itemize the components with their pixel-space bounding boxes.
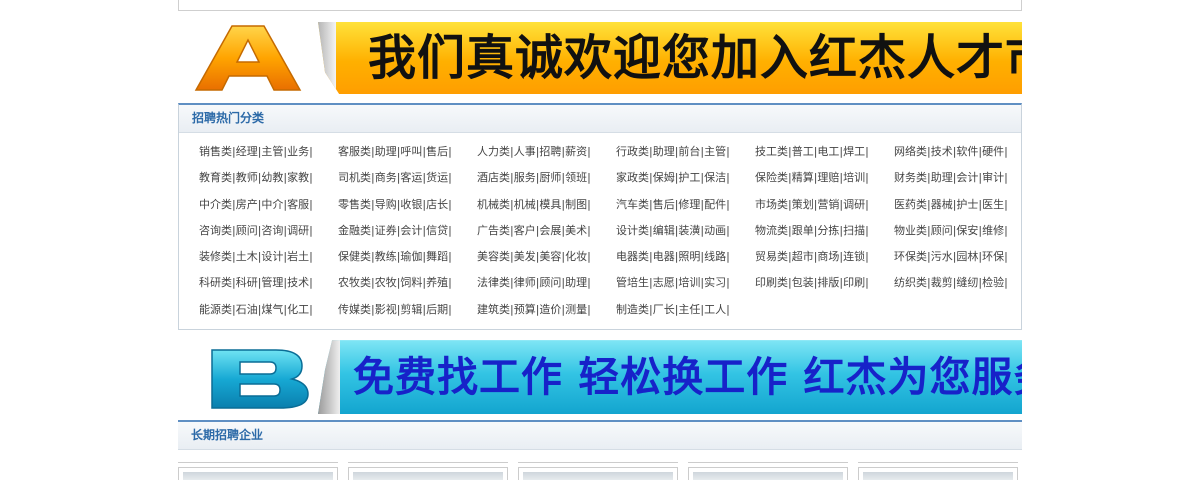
- letter-b-icon: [211, 349, 309, 409]
- banner-a-logo: [178, 20, 318, 96]
- hot-categories-title: 招聘热门分类: [179, 105, 1021, 133]
- page-container: 我们真诚欢迎您加入红杰人才市场! 招聘热门分类 销售类|经理|主管|业务|客服类…: [178, 0, 1022, 480]
- category-link[interactable]: 传媒类|影视|剪辑|后期|: [338, 297, 477, 323]
- category-link[interactable]: 财务类|助理|会计|审计|: [894, 165, 1033, 191]
- category-link[interactable]: 印刷类|包装|排版|印刷|: [755, 270, 894, 296]
- category-link[interactable]: 纺织类|裁剪|缝纫|检验|: [894, 270, 1033, 296]
- hot-categories-panel: 招聘热门分类 销售类|经理|主管|业务| 客服类|助理|呼叫|售后| 人力类|人事|…: [178, 103, 1022, 331]
- welcome-slogan: 我们真诚欢迎您加入红杰人才市场!: [368, 30, 1022, 86]
- category-link[interactable]: 中介类|房产|中介|客服|: [199, 192, 338, 218]
- long-term-companies-panel: 长期招聘企业: [178, 420, 1022, 480]
- category-link[interactable]: 咨询类|顾问|咨询|调研|: [199, 218, 338, 244]
- company-list: [178, 450, 1022, 480]
- category-link[interactable]: 装修类|土木|设计|岩土|: [199, 244, 338, 270]
- company-logo-thumbnail[interactable]: [348, 467, 508, 480]
- category-link[interactable]: 汽车类|售后|修理|配件|: [616, 192, 755, 218]
- company-card[interactable]: [178, 450, 338, 464]
- category-link[interactable]: 机械类|机械|模具|制图|: [477, 192, 616, 218]
- category-link[interactable]: 零售类|导购|收银|店长|: [338, 192, 477, 218]
- banner-b-logo: [178, 340, 318, 415]
- welcome-banner[interactable]: 我们真诚欢迎您加入红杰人才市场!: [178, 20, 1022, 96]
- category-link[interactable]: 科研类|科研|管理|技术|: [199, 270, 338, 296]
- category-link[interactable]: 行政类|助理|前台|主管|: [616, 139, 755, 165]
- category-link[interactable]: 制造类|厂长|主任|工人|: [616, 297, 755, 323]
- company-card[interactable]: [348, 450, 508, 464]
- category-link[interactable]: 司机类|商务|客运|货运|: [338, 165, 477, 191]
- company-logo-thumbnail[interactable]: [858, 467, 1018, 480]
- category-link[interactable]: 美容类|美发|美容|化妆|: [477, 244, 616, 270]
- category-link[interactable]: 保健类|教练|瑜伽|舞蹈|: [338, 244, 477, 270]
- category-link[interactable]: 建筑类|预算|造价|测量|: [477, 297, 616, 323]
- category-grid: 销售类|经理|主管|业务| 客服类|助理|呼叫|售后| 人力类|人事|招聘|薪资| 行…: [179, 133, 1021, 329]
- company-card[interactable]: [688, 450, 848, 464]
- top-panel-bottom-edge: [178, 0, 1022, 11]
- company-logo-thumbnail[interactable]: [688, 467, 848, 480]
- category-link[interactable]: 酒店类|服务|厨师|领班|: [477, 165, 616, 191]
- category-link[interactable]: 销售类|经理|主管|业务|: [199, 139, 338, 165]
- category-link[interactable]: 市场类|策划|营销|调研|: [755, 192, 894, 218]
- category-link[interactable]: 物流类|跟单|分拣|扫描|: [755, 218, 894, 244]
- category-link[interactable]: 网络类|技术|软件|硬件|: [894, 139, 1033, 165]
- category-link[interactable]: 技工类|普工|电工|焊工|: [755, 139, 894, 165]
- category-link[interactable]: 贸易类|超市|商场|连锁|: [755, 244, 894, 270]
- category-link[interactable]: 客服类|助理|呼叫|售后|: [338, 139, 477, 165]
- category-link[interactable]: 农牧类|农牧|饲料|养殖|: [338, 270, 477, 296]
- category-link[interactable]: 金融类|证券|会计|信贷|: [338, 218, 477, 244]
- service-slogan: 免费找工作 轻松换工作 红杰为您服务: [353, 353, 1022, 402]
- category-link[interactable]: 物业类|顾问|保安|维修|: [894, 218, 1033, 244]
- category-link[interactable]: 人力类|人事|招聘|薪资|: [477, 139, 616, 165]
- company-card[interactable]: [518, 450, 678, 464]
- category-link[interactable]: 家政类|保姆|护工|保洁|: [616, 165, 755, 191]
- letter-a-icon: [194, 25, 302, 91]
- category-link[interactable]: 环保类|污水|园林|环保|: [894, 244, 1033, 270]
- category-link[interactable]: 广告类|客户|会展|美术|: [477, 218, 616, 244]
- category-link[interactable]: 教育类|教师|幼教|家教|: [199, 165, 338, 191]
- company-logo-thumbnail[interactable]: [518, 467, 678, 480]
- category-link[interactable]: 管培生|志愿|培训|实习|: [616, 270, 755, 296]
- category-link[interactable]: 电器类|电器|照明|线路|: [616, 244, 755, 270]
- service-banner[interactable]: 免费找工作 轻松换工作 红杰为您服务: [178, 340, 1022, 415]
- category-link[interactable]: 法律类|律师|顾问|助理|: [477, 270, 616, 296]
- category-link[interactable]: 能源类|石油|煤气|化工|: [199, 297, 338, 323]
- long-term-companies-title: 长期招聘企业: [178, 422, 1022, 451]
- category-link[interactable]: 医药类|器械|护士|医生|: [894, 192, 1033, 218]
- company-card[interactable]: [858, 450, 1018, 464]
- company-logo-thumbnail[interactable]: [178, 467, 338, 480]
- category-link[interactable]: 保险类|精算|理赔|培训|: [755, 165, 894, 191]
- category-link[interactable]: 设计类|编辑|装潢|动画|: [616, 218, 755, 244]
